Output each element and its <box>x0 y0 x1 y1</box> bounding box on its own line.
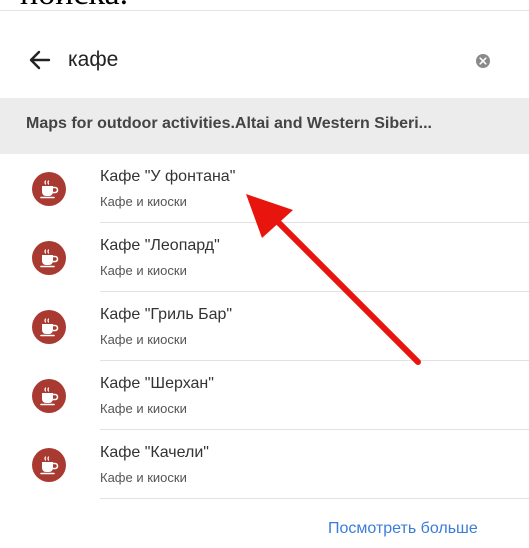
cafe-cup-icon <box>32 310 66 344</box>
result-category: Кафе и киоски <box>100 194 187 209</box>
screen: поиска. кафе Maps for outdoor activities… <box>0 0 529 548</box>
result-title: Кафе "Шерхан" <box>100 375 214 392</box>
result-item[interactable]: Кафе "Леопард" Кафе и киоски <box>0 223 529 292</box>
result-item[interactable]: Кафе "Качели" Кафе и киоски <box>0 430 529 499</box>
result-title: Кафе "Леопард" <box>100 237 220 254</box>
result-title: Кафе "У фонтана" <box>100 168 236 185</box>
result-item[interactable]: Кафе "Гриль Бар" Кафе и киоски <box>0 292 529 361</box>
cafe-cup-icon <box>32 448 66 482</box>
result-category: Кафе и киоски <box>100 470 187 485</box>
result-category: Кафе и киоски <box>100 401 187 416</box>
results-list: Кафе "У фонтана" Кафе и киоски Кафе "Лео… <box>0 154 529 499</box>
cafe-cup-icon <box>32 241 66 275</box>
search-bar: кафе <box>0 36 529 88</box>
result-item[interactable]: Кафе "Шерхан" Кафе и киоски <box>0 361 529 430</box>
result-category: Кафе и киоски <box>100 263 187 278</box>
top-caption: поиска. <box>20 0 128 14</box>
search-input[interactable]: кафе <box>68 47 118 73</box>
result-category: Кафе и киоски <box>100 332 187 347</box>
divider <box>0 10 529 11</box>
map-banner[interactable]: Maps for outdoor activities.Altai and We… <box>0 98 529 154</box>
result-title: Кафе "Качели" <box>100 444 209 461</box>
back-arrow-icon[interactable] <box>28 48 52 72</box>
divider <box>100 498 529 499</box>
cafe-cup-icon <box>32 379 66 413</box>
clear-icon[interactable] <box>475 53 491 69</box>
see-more-link[interactable]: Посмотреть больше <box>328 520 478 538</box>
cafe-cup-icon <box>32 172 66 206</box>
result-title: Кафе "Гриль Бар" <box>100 306 233 323</box>
result-item[interactable]: Кафе "У фонтана" Кафе и киоски <box>0 154 529 223</box>
map-banner-label: Maps for outdoor activities.Altai and We… <box>26 115 432 132</box>
